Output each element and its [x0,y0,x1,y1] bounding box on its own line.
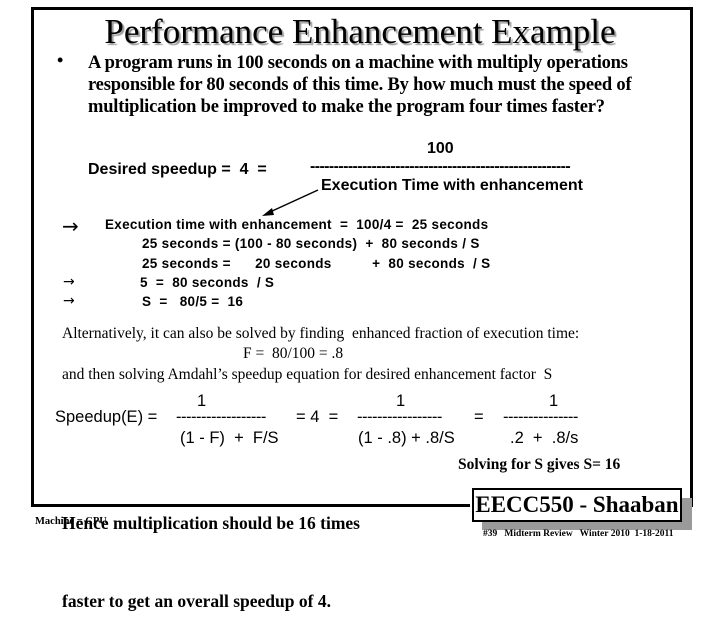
machine-note: Machine = CPU [35,516,107,527]
step-arrow-icon: → [63,293,75,309]
amdahl-label: Speedup(E) = [55,408,158,426]
badge-label: EECC550 - Shaaban [472,488,682,522]
amdahl-frac1-divider: ------------------ [176,408,266,426]
amdahl-equals-four: = 4 = [296,408,339,426]
step-line: Execution time with enhancement = 100/4 … [105,217,489,232]
step-line: 25 seconds = 20 seconds + 80 seconds / S [142,256,491,271]
amdahl-frac2-divider: ----------------- [357,408,442,426]
pointer-arrow-head [262,208,274,216]
conclusion-line-2: faster to get an overall speedup of 4. [62,591,331,611]
alternative-line-1: Alternatively, it can also be solved by … [62,325,580,342]
step-line: S = 80/5 = 16 [142,294,244,309]
pointer-arrow-line [269,189,319,213]
alternative-line-3: and then solving Amdahl’s speedup equati… [62,366,553,383]
amdahl-frac3-divider: --------------- [503,408,578,426]
amdahl-frac1-denominator: (1 - F) + F/S [180,429,279,447]
slide-footnote: #39 Midterm Review Winter 2010 1-18-2011 [483,529,674,539]
fraction-f-line: F = 80/100 = .8 [243,345,344,362]
solving-note: Solving for S gives S= 16 [458,456,621,473]
step-arrow-icon: → [63,274,75,290]
amdahl-frac2-denominator: (1 - .8) + .8/S [358,429,455,447]
amdahl-equals: = [474,408,484,426]
step-line: 5 = 80 seconds / S [140,275,275,290]
step-arrow-icon: → [62,214,79,238]
step-line: 25 seconds = (100 - 80 seconds) + 80 sec… [142,236,480,251]
conclusion: Hence multiplication should be 16 times … [62,458,360,640]
amdahl-frac3-denominator: .2 + .8/s [510,429,579,447]
